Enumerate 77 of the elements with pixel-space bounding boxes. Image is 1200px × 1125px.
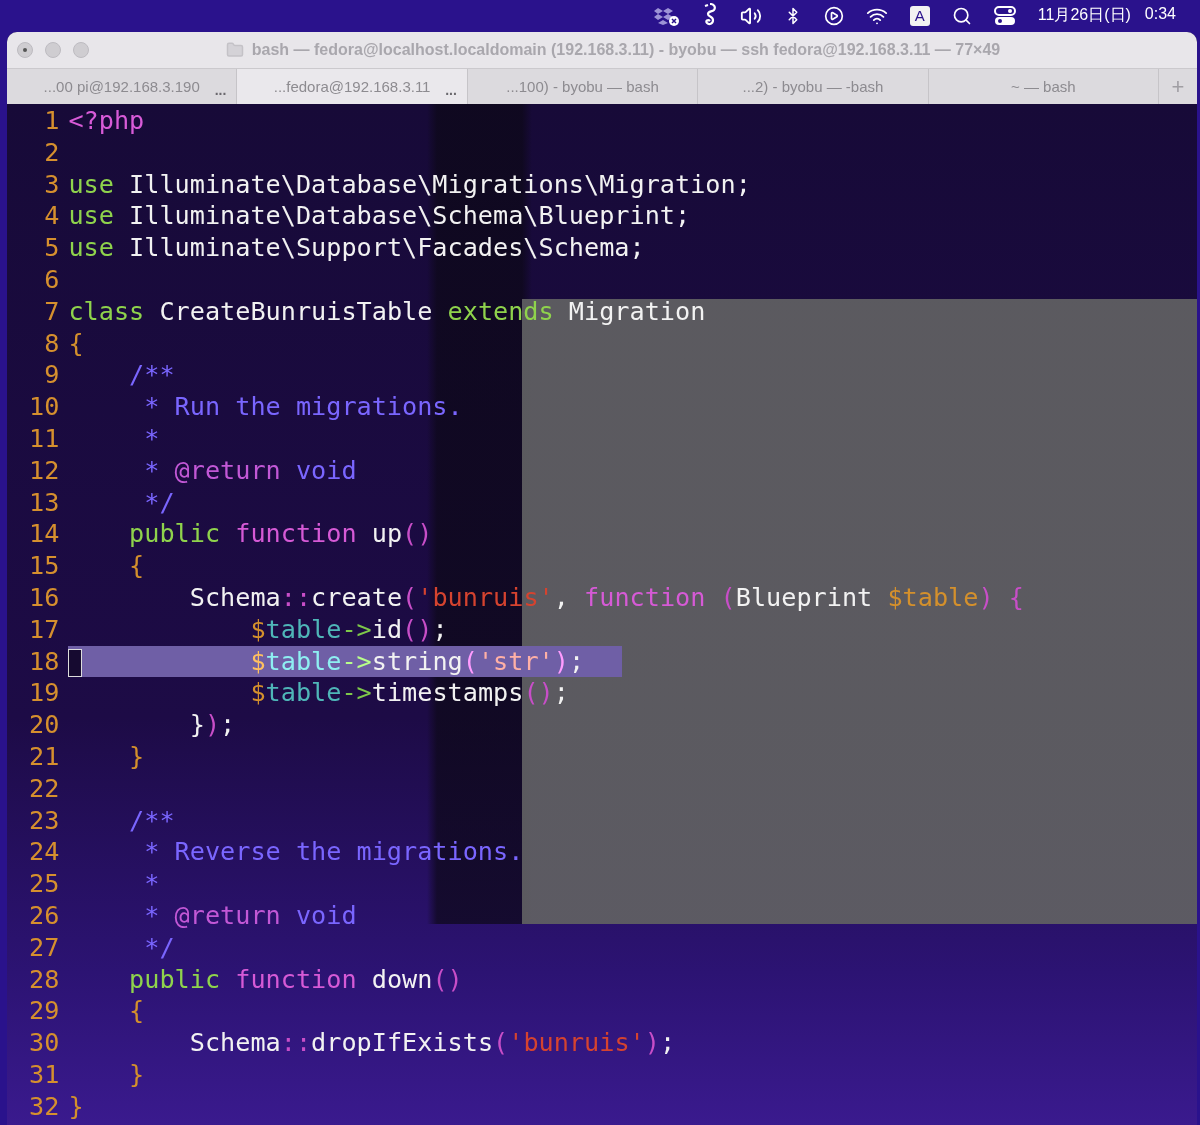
close-button[interactable] [17, 42, 33, 58]
code-line: { [128, 550, 145, 582]
menu-bar-date[interactable]: 11月26日(日) [1037, 5, 1131, 26]
code-line: } [128, 1058, 145, 1091]
line-number: 4 [43, 200, 60, 233]
tab-label: ...00 pi@192.168.3.190 [43, 78, 200, 95]
code-line: Schema::dropIfExists('bunruis'); [188, 1027, 676, 1059]
folder-icon [225, 41, 244, 59]
code-line: } [128, 740, 145, 773]
code-line: <?php [68, 105, 145, 137]
line-number: 17 [29, 613, 60, 646]
menu-bar-time[interactable]: 0:34 [1144, 5, 1176, 26]
code-line: Schema::create('bunruis', function (Blueprint $table) { [188, 581, 1024, 614]
line-number: 16 [29, 581, 60, 614]
line-number: 7 [43, 295, 60, 328]
tab-label: ...100) - byobu — bash [506, 78, 659, 95]
line-number: 6 [43, 264, 60, 296]
code-line: */ [143, 486, 175, 519]
line-number: 27 [29, 931, 60, 964]
line-number: 28 [29, 963, 60, 996]
code-line: { [128, 995, 145, 1028]
tab-activity-mark: ... [214, 82, 227, 98]
code-line: * Run the migrations. [143, 391, 463, 423]
tab-label: ...2) - byobu — -bash [742, 78, 884, 95]
code-line: /** [128, 359, 175, 392]
line-number: 13 [29, 486, 60, 519]
line-number: 14 [29, 518, 60, 551]
line-number: 32 [29, 1090, 60, 1123]
line-number: 8 [43, 327, 60, 360]
terminal-tab[interactable]: ...fedora@192.168.3.11 ... [237, 69, 468, 104]
window-title: bash — fedora@localhost.localdomain (192.168.3.11) - byobu — ssh fedora@192.168.3.11 — 77×49 [251, 41, 1001, 59]
code-line: { [68, 327, 84, 360]
line-number: 9 [43, 359, 60, 392]
line-number: 21 [29, 740, 60, 773]
line-number: 1 [43, 105, 60, 137]
line-number: 25 [29, 868, 60, 900]
line-number: 24 [29, 836, 60, 869]
code-line: public function down() [128, 963, 463, 996]
line-number: 29 [29, 995, 60, 1028]
line-number: 5 [43, 232, 60, 264]
tab-label: ...fedora@192.168.3.11 [273, 78, 431, 95]
code-line: public function up() [128, 518, 433, 551]
code-line: $table->timestamps(); [249, 677, 569, 710]
code-line: use Illuminate\Support\Facades\Schema; [68, 232, 645, 264]
code-line: * [143, 868, 160, 900]
tab-label: ~ — bash [1011, 78, 1076, 95]
line-number: 15 [29, 550, 60, 582]
line-number: 18 [29, 645, 60, 678]
line-number: 12 [29, 454, 60, 487]
line-number: 20 [29, 709, 60, 741]
line-number: 23 [29, 804, 60, 837]
play-icon[interactable] [823, 5, 844, 26]
line-number: 3 [43, 168, 60, 201]
line-number: 2 [43, 136, 60, 169]
line-number: 19 [29, 677, 60, 710]
code-line: use Illuminate\Database\Schema\Blueprint; [68, 200, 691, 233]
code-line: /** [128, 804, 175, 837]
line-number: 11 [29, 422, 60, 455]
tab-activity-mark: ... [445, 82, 457, 98]
control-center-icon[interactable] [993, 5, 1016, 26]
code-line: * [143, 422, 160, 455]
line-number: 10 [29, 391, 60, 423]
code-line: * @return void [143, 899, 357, 932]
line-number: 30 [29, 1027, 60, 1059]
code-line: * @return void [143, 454, 357, 487]
code-line: class CreateBunruisTable extends Migration [68, 295, 706, 328]
line-number: 22 [29, 772, 60, 805]
line-number: 31 [29, 1058, 60, 1091]
search-icon[interactable] [951, 5, 972, 26]
code-line: use Illuminate\Database\Migrations\Migration; [68, 168, 751, 201]
code-line: */ [143, 931, 175, 964]
code-line: * Reverse the migrations. [143, 836, 524, 869]
line-number: 26 [29, 899, 60, 932]
input-source-button[interactable]: A [909, 5, 930, 26]
code-line: }); [188, 709, 236, 741]
code-line: } [68, 1090, 84, 1123]
code-line: $table->id(); [249, 613, 448, 646]
